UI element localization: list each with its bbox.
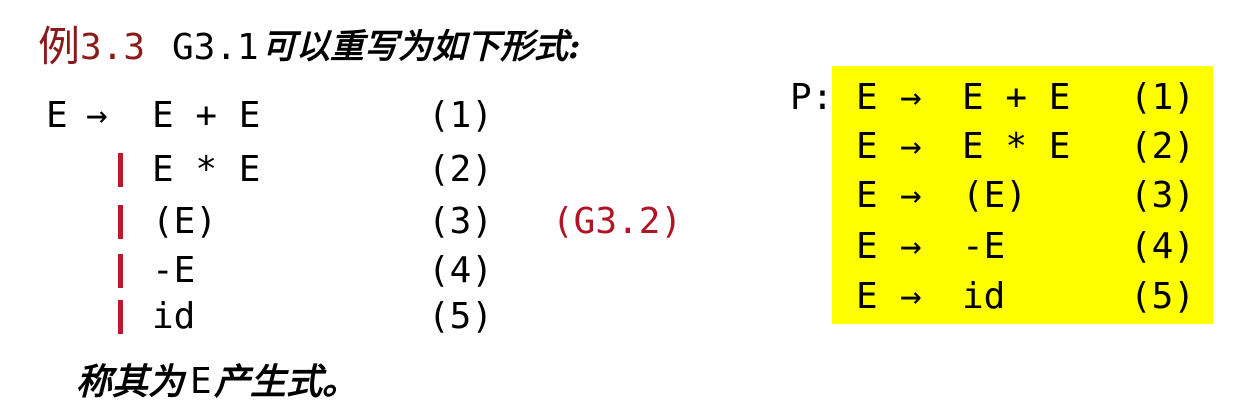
alternative-bar — [118, 254, 123, 288]
rule-rhs: -E — [152, 250, 196, 291]
rule-number: (1) — [428, 95, 494, 136]
rule-rhs: (E) — [152, 201, 218, 242]
arrow-icon: → — [86, 95, 108, 136]
production-lhs: E — [856, 276, 878, 317]
alternative-bar — [118, 153, 123, 187]
title-prefix: 例 — [38, 22, 81, 71]
production-lhs: E — [856, 77, 878, 118]
production-number: (4) — [1130, 226, 1196, 267]
arrow-icon: → — [900, 276, 922, 317]
title-number: 3.3 — [80, 27, 146, 68]
rule-number: (4) — [428, 250, 494, 291]
production-number: (3) — [1130, 175, 1196, 216]
footer-symbol: E — [190, 361, 212, 402]
production-rhs: E + E — [962, 77, 1071, 118]
arrow-icon: → — [900, 77, 922, 118]
arrow-icon: → — [900, 226, 922, 267]
rule-rhs: E * E — [152, 149, 261, 190]
production-rhs: (E) — [962, 175, 1028, 216]
arrow-icon: → — [900, 175, 922, 216]
production-lhs: E — [856, 175, 878, 216]
rule-number: (2) — [428, 149, 494, 190]
rule-rhs: id — [152, 296, 196, 337]
alternative-bar — [118, 205, 123, 239]
rule-rhs: E + E — [152, 95, 261, 136]
production-rhs: -E — [962, 226, 1006, 267]
title-grammar: G3.1 — [172, 27, 259, 68]
productions-label: P: — [790, 77, 834, 118]
rule-lhs: E — [46, 95, 68, 136]
footer-post: 产生式。 — [214, 361, 359, 403]
alternative-bar — [118, 300, 123, 334]
production-rhs: id — [962, 276, 1006, 317]
production-number: (2) — [1130, 126, 1196, 167]
production-lhs: E — [856, 226, 878, 267]
production-number: (1) — [1130, 77, 1196, 118]
footer-pre: 称其为 — [76, 361, 185, 403]
production-lhs: E — [856, 126, 878, 167]
production-rhs: E * E — [962, 126, 1071, 167]
rule-number: (5) — [428, 296, 494, 337]
production-number: (5) — [1130, 276, 1196, 317]
title-text: 可以重写为如下形式: — [262, 27, 581, 67]
arrow-icon: → — [900, 126, 922, 167]
rule-number: (3) — [428, 201, 494, 242]
grammar-label: (G3.2) — [552, 201, 683, 242]
